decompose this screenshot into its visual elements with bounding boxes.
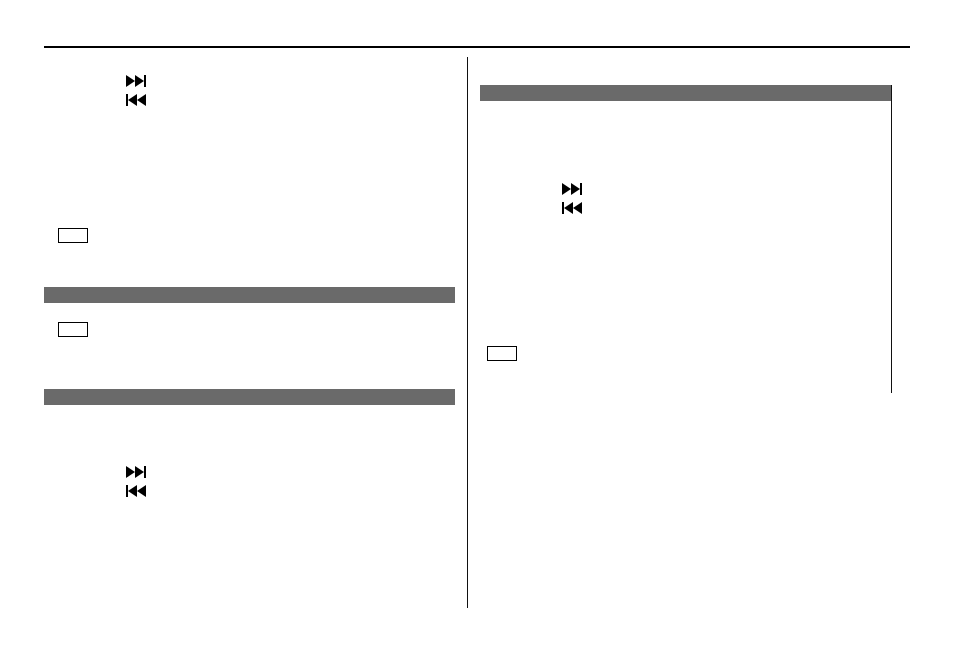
next-track-icon: [126, 75, 150, 87]
prev-track-icon: [126, 94, 150, 106]
note-box-b: [58, 322, 88, 337]
right-margin-rule: [891, 85, 892, 393]
column-divider-lower: [467, 393, 468, 608]
next-track-icon: [126, 466, 150, 478]
right-section-header: [480, 85, 891, 101]
left-section-header-1: [44, 287, 455, 303]
note-box-c: [487, 346, 517, 361]
column-divider-upper: [467, 57, 468, 393]
top-horizontal-rule: [44, 46, 910, 48]
note-box-a: [58, 228, 88, 243]
prev-track-icon: [126, 485, 150, 497]
left-section-header-2: [44, 389, 455, 405]
page: [0, 0, 954, 672]
prev-track-icon: [562, 202, 586, 214]
next-track-icon: [562, 183, 586, 195]
